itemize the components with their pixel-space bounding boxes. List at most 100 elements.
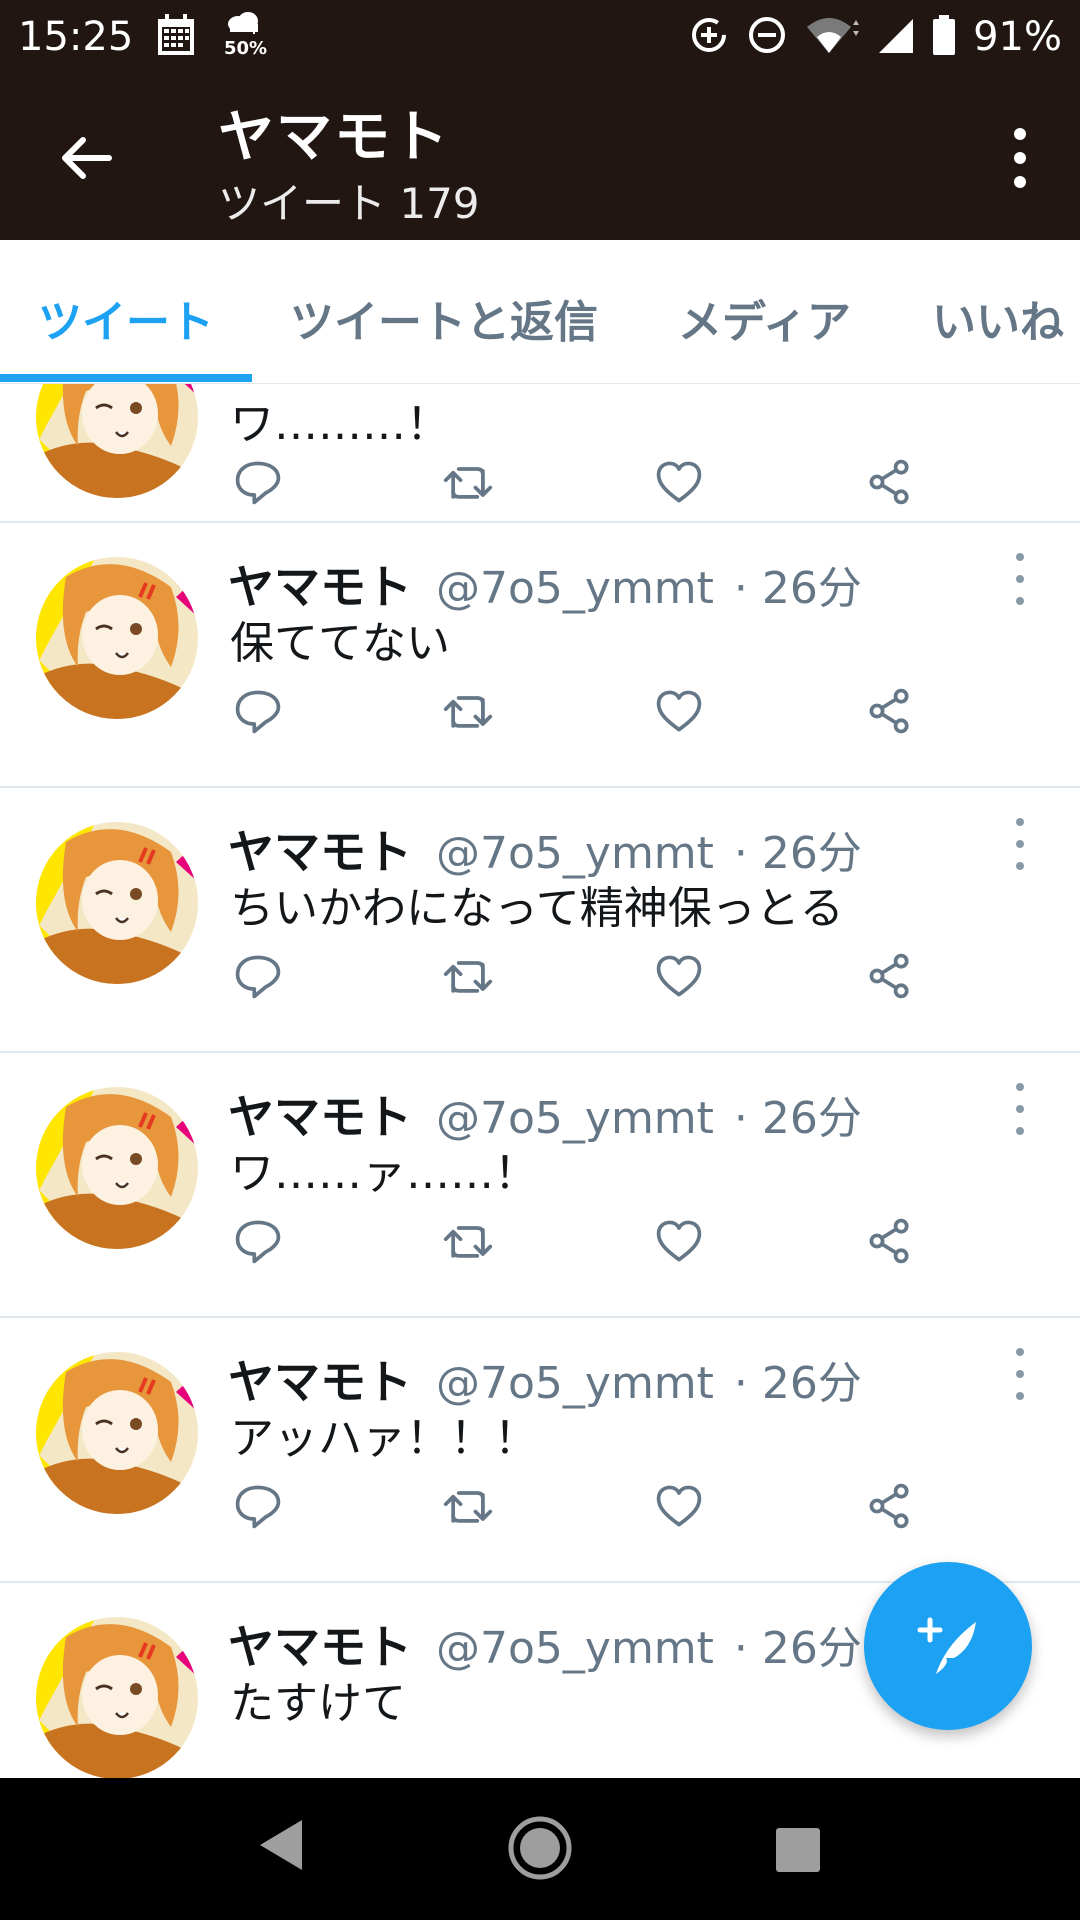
reply-button[interactable] xyxy=(230,454,286,510)
retweet-icon xyxy=(442,1480,494,1532)
tweet-count-subtitle: ツイート 179 xyxy=(218,179,480,228)
tweet-timestamp: · 26分 xyxy=(733,1623,862,1674)
status-system-icons: 91% xyxy=(689,14,1062,60)
nav-recents-button[interactable] xyxy=(776,1828,820,1872)
like-button[interactable] xyxy=(651,683,707,739)
tweet-handle[interactable]: @7o5_ymmt xyxy=(436,1623,714,1674)
share-button[interactable] xyxy=(862,948,918,1004)
retweet-button[interactable] xyxy=(440,1213,496,1269)
reply-icon xyxy=(232,1215,284,1267)
reply-icon xyxy=(232,685,284,737)
compose-tweet-button[interactable] xyxy=(864,1562,1032,1730)
like-icon xyxy=(653,456,705,508)
avatar[interactable] xyxy=(36,1087,198,1249)
data-saver-icon xyxy=(689,15,729,59)
tweet-text: ちいかわになって精神保っとる xyxy=(230,883,844,934)
like-icon xyxy=(653,1480,705,1532)
retweet-icon xyxy=(442,685,494,737)
tweet-author-name[interactable]: ヤマモト xyxy=(228,560,412,614)
more-vertical-icon xyxy=(1016,553,1024,561)
nav-home-button[interactable] xyxy=(506,1814,574,1886)
tweet-more-button[interactable] xyxy=(1008,553,1032,605)
share-button[interactable] xyxy=(862,683,918,739)
share-button[interactable] xyxy=(862,454,918,510)
retweet-icon xyxy=(442,950,494,1002)
weather-percent: 50% xyxy=(224,38,268,59)
avatar[interactable] xyxy=(36,384,198,498)
like-button[interactable] xyxy=(651,1213,707,1269)
battery-percent: 91% xyxy=(973,14,1062,60)
signal-icon xyxy=(877,15,915,59)
tweet-author-name[interactable]: ヤマモト xyxy=(228,825,412,879)
calendar-icon xyxy=(156,13,196,61)
tweet-timestamp: · 26分 xyxy=(733,1093,862,1144)
tweet-text: 保ててない xyxy=(230,618,450,669)
avatar[interactable] xyxy=(36,557,198,719)
share-button[interactable] xyxy=(862,1478,918,1534)
share-button[interactable] xyxy=(862,1213,918,1269)
tweet-author-name[interactable]: ヤマモト xyxy=(228,1355,412,1409)
like-button[interactable] xyxy=(651,1478,707,1534)
android-nav-bar xyxy=(0,1778,1080,1920)
tweet-author-name[interactable]: ヤマモト xyxy=(228,1620,412,1674)
tweet-handle[interactable]: @7o5_ymmt xyxy=(436,563,714,614)
tweet-timestamp: · 26分 xyxy=(733,1358,862,1409)
avatar[interactable] xyxy=(36,822,198,984)
retweet-button[interactable] xyxy=(440,1478,496,1534)
tweet-text: アッハァ！！！ xyxy=(230,1413,538,1464)
tweet-actions xyxy=(230,454,930,514)
tweet-text: たすけて xyxy=(230,1678,406,1729)
reply-button[interactable] xyxy=(230,1213,286,1269)
like-icon xyxy=(653,685,705,737)
reply-icon xyxy=(232,950,284,1002)
tweet-item[interactable]: ヤマモト @7o5_ymmt · 26分 アッハァ！！！ xyxy=(0,1318,1080,1583)
like-button[interactable] xyxy=(651,948,707,1004)
tweet-item[interactable]: ヤマモト @7o5_ymmt · 26分 ワ……ァ……！ xyxy=(0,1053,1080,1318)
reply-button[interactable] xyxy=(230,683,286,739)
nav-home-icon xyxy=(508,1816,572,1880)
tweet-more-button[interactable] xyxy=(1008,1083,1032,1135)
reply-button[interactable] xyxy=(230,1478,286,1534)
tweet-author-name[interactable]: ヤマモト xyxy=(228,1090,412,1144)
like-icon xyxy=(653,950,705,1002)
share-icon xyxy=(864,1480,916,1532)
more-vertical-icon xyxy=(1016,818,1024,826)
tab-likes[interactable]: いいね xyxy=(932,286,1064,350)
nav-back-button[interactable] xyxy=(256,1816,306,1878)
tab-tweets[interactable]: ツイート xyxy=(38,286,214,350)
retweet-button[interactable] xyxy=(440,683,496,739)
compose-tweet-icon xyxy=(917,1617,976,1674)
tab-media[interactable]: メディア xyxy=(678,286,851,350)
nav-back-icon xyxy=(260,1820,302,1870)
share-icon xyxy=(864,685,916,737)
reply-button[interactable] xyxy=(230,948,286,1004)
tweet-timestamp: · 26分 xyxy=(733,563,862,614)
retweet-button[interactable] xyxy=(440,454,496,510)
tab-tweets-and-replies[interactable]: ツイートと返信 xyxy=(290,286,598,350)
tweet-actions xyxy=(230,1213,930,1273)
status-notification-icons: 50% xyxy=(156,10,268,64)
reply-icon xyxy=(232,456,284,508)
profile-tabs: ツイート ツイートと返信 メディア いいね xyxy=(0,240,1080,384)
more-vertical-icon xyxy=(1016,1083,1024,1091)
retweet-icon xyxy=(442,456,494,508)
weather-icon: 50% xyxy=(222,10,268,64)
profile-name-title: ヤマモト xyxy=(218,105,450,170)
overflow-menu-button[interactable] xyxy=(990,122,1050,194)
tweet-item[interactable]: ワ………！ xyxy=(0,384,1080,523)
profile-app-bar: ヤマモト ツイート 179 xyxy=(0,76,1080,240)
tweet-more-button[interactable] xyxy=(1008,1348,1032,1400)
tweet-more-button[interactable] xyxy=(1008,818,1032,870)
tweet-item[interactable]: ヤマモト @7o5_ymmt · 26分 ちいかわになって精神保っとる xyxy=(0,788,1080,1053)
back-button[interactable] xyxy=(50,126,120,190)
retweet-button[interactable] xyxy=(440,948,496,1004)
more-vertical-icon xyxy=(1014,128,1026,140)
share-icon xyxy=(864,456,916,508)
reply-icon xyxy=(232,1480,284,1532)
like-button[interactable] xyxy=(651,454,707,510)
status-bar: 15:25 50% 91% xyxy=(0,0,1080,76)
avatar[interactable] xyxy=(36,1617,198,1778)
tweet-item[interactable]: ヤマモト @7o5_ymmt · 26分 保ててない xyxy=(0,523,1080,788)
avatar[interactable] xyxy=(36,1352,198,1514)
tweet-actions xyxy=(230,683,930,743)
